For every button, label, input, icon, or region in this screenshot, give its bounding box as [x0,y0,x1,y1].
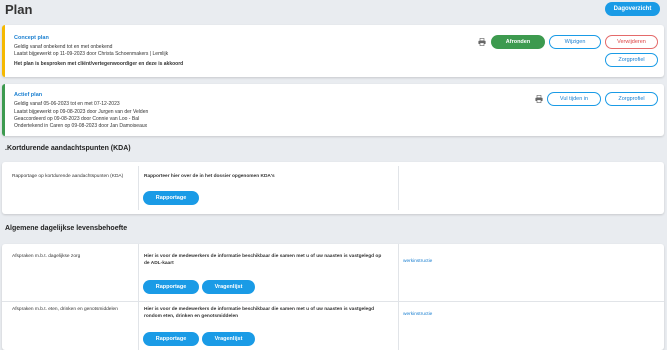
adl-row-description: Hier is voor de medewerkers de informati… [144,254,382,266]
active-plan-validity: Geldig vanaf 05-06-2023 tot en met 07-12… [14,101,120,107]
adl-report-button[interactable]: Rapportage [143,332,199,346]
adl-row-label: Afspraken m.b.t. eten, drinken en genots… [12,307,118,312]
concept-plan-title: Concept plan [14,35,49,41]
active-care-profile-button[interactable]: Zorgprofiel [605,92,658,106]
finish-button[interactable]: Afronden [491,35,545,49]
day-overview-button[interactable]: Dagoverzicht [605,2,660,16]
work-instruction-link[interactable]: werkinstructie [403,259,432,264]
adl-questionnaire-button[interactable]: Vragenlijst [202,332,255,346]
column-divider [138,244,139,301]
active-status-stripe [2,84,5,136]
concept-plan-validity: Geldig vanaf onbekend tot en met onbeken… [14,44,113,50]
edit-button[interactable]: Wijzigen [549,35,601,49]
row-divider [2,301,664,302]
work-instruction-link[interactable]: werkinstructie [403,312,432,317]
kda-section-title: .Kortdurende aandachtspunten (KDA) [5,145,131,152]
column-divider [138,166,139,210]
concept-status-stripe [2,25,5,77]
active-plan-card: Actief plan Geldig vanaf 05-06-2023 tot … [2,84,664,136]
adl-section-title: Algemene dagelijkse levensbehoefte [5,225,128,232]
concept-plan-agreement: Het plan is besproken met cliënt/vertege… [14,61,184,67]
concept-plan-last-updated: Laatst bijgewerkt op 11-09-2023 door Chr… [14,51,169,57]
printer-icon[interactable] [535,95,543,103]
column-divider [398,244,399,301]
concept-care-profile-button[interactable]: Zorgprofiel [605,53,658,67]
kda-card: Rapportage op kortdurende aandachtspunte… [2,162,664,214]
fill-times-button[interactable]: Vul tijden in [547,92,601,106]
delete-button[interactable]: Verwijderen [605,35,658,49]
adl-report-button[interactable]: Rapportage [143,280,199,294]
kda-row-description: Rapporteer hier over de in het dossier o… [144,174,275,179]
adl-row-label: Afspraken m.b.t. dagelijkse zorg [12,254,81,259]
column-divider [138,302,139,350]
concept-plan-card: Concept plan Geldig vanaf onbekend tot e… [2,25,664,77]
adl-questionnaire-button[interactable]: Vragenlijst [202,280,255,294]
active-plan-title: Actief plan [14,92,43,98]
active-plan-last-updated: Laatst bijgewerkt op 09-08-2023 door Jur… [14,109,149,115]
active-plan-approved: Geaccordeerd op 09-08-2023 door Connie v… [14,116,140,122]
active-plan-signed: Ondertekend in Caren op 09-08-2023 door … [14,123,148,129]
printer-icon[interactable] [478,38,486,46]
kda-row-label: Rapportage op kortdurende aandachtspunte… [12,174,124,179]
page-title: Plan [5,2,33,17]
column-divider [398,166,399,210]
kda-report-button[interactable]: Rapportage [143,191,199,205]
adl-row-description: Hier is voor de medewerkers de informati… [144,307,375,319]
top-bar: Plan Dagoverzicht [0,0,667,20]
adl-card: Afspraken m.b.t. dagelijkse zorg Hier is… [2,244,664,350]
column-divider [398,302,399,350]
